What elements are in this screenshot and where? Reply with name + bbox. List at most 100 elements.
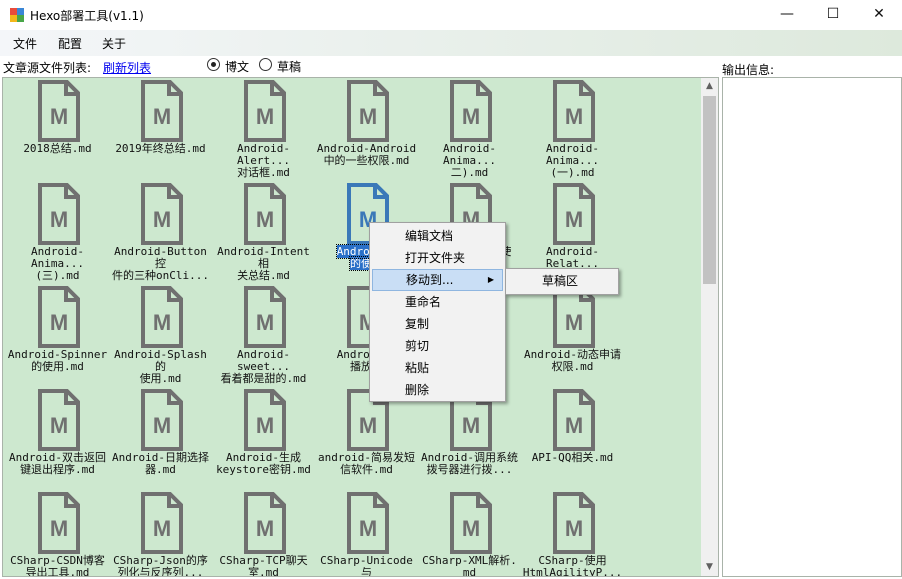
file-name: Android-双击返回 键退出程序.md — [6, 452, 109, 476]
file-item[interactable]: M Android-生成 keystore密钥.md — [212, 388, 315, 488]
file-item[interactable]: M Android-Anima... (一).md — [521, 79, 624, 179]
markdown-file-icon: M — [244, 80, 286, 142]
file-name-line2: 拨号器进行拨... — [426, 463, 513, 476]
file-item[interactable]: M CSharp-CSDN博客 导出工具.md — [6, 491, 109, 577]
radio-post[interactable] — [207, 58, 220, 71]
markdown-file-icon: M — [347, 492, 389, 554]
scroll-down-arrow-icon[interactable]: ▼ — [701, 559, 718, 576]
ctx-cut[interactable]: 剪切 — [372, 335, 503, 357]
file-name-line2: 看着都是甜的.md — [220, 372, 307, 385]
maximize-button[interactable]: ☐ — [810, 0, 856, 30]
file-name: Android-Android 中的一些权限.md — [315, 143, 418, 167]
menu-config[interactable]: 配置 — [58, 35, 82, 52]
file-item[interactable]: M Android-Intent相 关总结.md — [212, 182, 315, 282]
file-name-line2: 使用.md — [139, 372, 182, 385]
file-item[interactable]: M Android-Anima... (三).md — [6, 182, 109, 282]
svg-text:M: M — [256, 413, 274, 438]
file-name-line1: 2019年终总结.md — [115, 142, 206, 155]
file-item[interactable]: M Android-Android 中的一些权限.md — [315, 79, 418, 179]
file-item[interactable]: M Android-Splash的 使用.md — [109, 285, 212, 385]
file-name-line1: Android-sweet... — [237, 348, 290, 373]
refresh-list-link[interactable]: 刷新列表 — [103, 59, 151, 76]
ctx-move-to-label: 移动到... — [406, 273, 454, 287]
markdown-file-icon: M — [244, 389, 286, 451]
submenu-draft-area[interactable]: 草稿区 — [508, 271, 616, 292]
file-name: Android-sweet... 看着都是甜的.md — [212, 349, 315, 385]
file-name-line2: 权限.md — [551, 360, 594, 373]
file-item[interactable]: M Android-Alert... 对话框.md — [212, 79, 315, 179]
ctx-delete[interactable]: 删除 — [372, 379, 503, 401]
file-name-line1: API-QQ相关.md — [531, 451, 614, 464]
file-name: CSharp-使用 HtmlAgilityP... — [521, 555, 624, 577]
radio-post-label[interactable]: 博文 — [225, 58, 249, 75]
file-item[interactable]: M Android-日期选择 器.md — [109, 388, 212, 488]
output-textbox[interactable] — [722, 77, 902, 577]
svg-text:M: M — [256, 207, 274, 232]
scroll-thumb[interactable] — [703, 96, 716, 284]
file-item[interactable]: M Android-双击返回 键退出程序.md — [6, 388, 109, 488]
svg-text:M: M — [153, 207, 171, 232]
file-name: Android-Alert... 对话框.md — [212, 143, 315, 179]
file-name-line1: Android-Relat... — [546, 245, 599, 270]
svg-text:M: M — [153, 413, 171, 438]
file-name: Android-Spinner 的使用.md — [6, 349, 109, 373]
markdown-file-icon: M — [553, 492, 595, 554]
markdown-file-icon: M — [553, 286, 595, 348]
radio-draft[interactable] — [259, 58, 272, 71]
file-item[interactable]: M CSharp-TCP聊天 室.md — [212, 491, 315, 577]
file-item[interactable]: M Android-调用系统 拨号器进行拨... — [418, 388, 521, 488]
file-name: Android-调用系统 拨号器进行拨... — [418, 452, 521, 476]
file-name-line1: Android-Anima... — [546, 142, 599, 167]
file-item[interactable]: M API-QQ相关.md — [521, 388, 624, 488]
svg-text:M: M — [50, 413, 68, 438]
ctx-copy[interactable]: 复制 — [372, 313, 503, 335]
markdown-file-icon: M — [347, 80, 389, 142]
markdown-file-icon: M — [244, 286, 286, 348]
file-name-line2: 件的三种onCli... — [112, 269, 209, 282]
file-name: Android-Button控 件的三种onCli... — [109, 246, 212, 282]
svg-text:M: M — [256, 310, 274, 335]
file-item[interactable]: M Android-Button控 件的三种onCli... — [109, 182, 212, 282]
ctx-move-to[interactable]: 移动到... ▶ — [372, 269, 503, 291]
file-item[interactable]: M CSharp-使用 HtmlAgilityP... — [521, 491, 624, 577]
window-title: Hexo部署工具(v1.1) — [30, 9, 144, 23]
file-item[interactable]: M Android-Spinner 的使用.md — [6, 285, 109, 385]
file-item[interactable]: M Android-Relat... — [521, 182, 624, 282]
svg-text:M: M — [565, 413, 583, 438]
file-list-view[interactable]: M 2018总结.md M 2019年终总结.md M Android-Alert... 对… — [2, 77, 719, 577]
ctx-edit-document[interactable]: 编辑文档 — [372, 225, 503, 247]
file-item[interactable]: M CSharp-Unicode与汉字互转.md — [315, 491, 418, 576]
file-name: CSharp-CSDN博客 导出工具.md — [6, 555, 109, 577]
ctx-rename[interactable]: 重命名 — [372, 291, 503, 313]
close-button[interactable]: ✕ — [856, 0, 902, 30]
file-item[interactable]: M Android-Anima... 二).md — [418, 79, 521, 179]
vertical-scrollbar[interactable]: ▲ ▼ — [701, 78, 718, 576]
file-item[interactable]: M Android-sweet... 看着都是甜的.md — [212, 285, 315, 385]
file-name-line2: 中的一些权限.md — [323, 154, 410, 167]
markdown-file-icon: M — [141, 286, 183, 348]
markdown-file-icon: M — [244, 492, 286, 554]
svg-text:M: M — [359, 413, 377, 438]
menu-file[interactable]: 文件 — [13, 35, 37, 52]
file-item[interactable]: M Android-动态申请 权限.md — [521, 285, 624, 385]
title-bar: Hexo部署工具(v1.1) — ☐ ✕ — [0, 0, 902, 30]
radio-draft-label[interactable]: 草稿 — [277, 58, 301, 75]
file-item[interactable]: M CSharp-Json的序 列化与反序列... — [109, 491, 212, 576]
file-name-line1: 2018总结.md — [23, 142, 92, 155]
file-item[interactable]: M CSharp-XML解析. md — [418, 491, 521, 576]
file-item[interactable]: M 2018总结.md — [6, 79, 109, 179]
ctx-open-folder[interactable]: 打开文件夹 — [372, 247, 503, 269]
file-name: Android-动态申请 权限.md — [521, 349, 624, 373]
file-name: Android-生成 keystore密钥.md — [212, 452, 315, 476]
file-name-line2: 室.md — [248, 566, 279, 577]
minimize-button[interactable]: — — [764, 0, 810, 30]
menu-bar: 文件 配置 关于 — [0, 30, 902, 56]
scroll-up-arrow-icon[interactable]: ▲ — [701, 78, 718, 95]
markdown-file-icon: M — [141, 80, 183, 142]
file-item[interactable]: M 2019年终总结.md — [109, 79, 212, 179]
ctx-paste[interactable]: 粘贴 — [372, 357, 503, 379]
file-name-line2: (三).md — [35, 269, 80, 282]
menu-about[interactable]: 关于 — [102, 35, 126, 52]
file-item[interactable]: Mandroid-简易发短 信软件.md — [315, 388, 418, 488]
file-name: Android-Intent相 关总结.md — [212, 246, 315, 282]
